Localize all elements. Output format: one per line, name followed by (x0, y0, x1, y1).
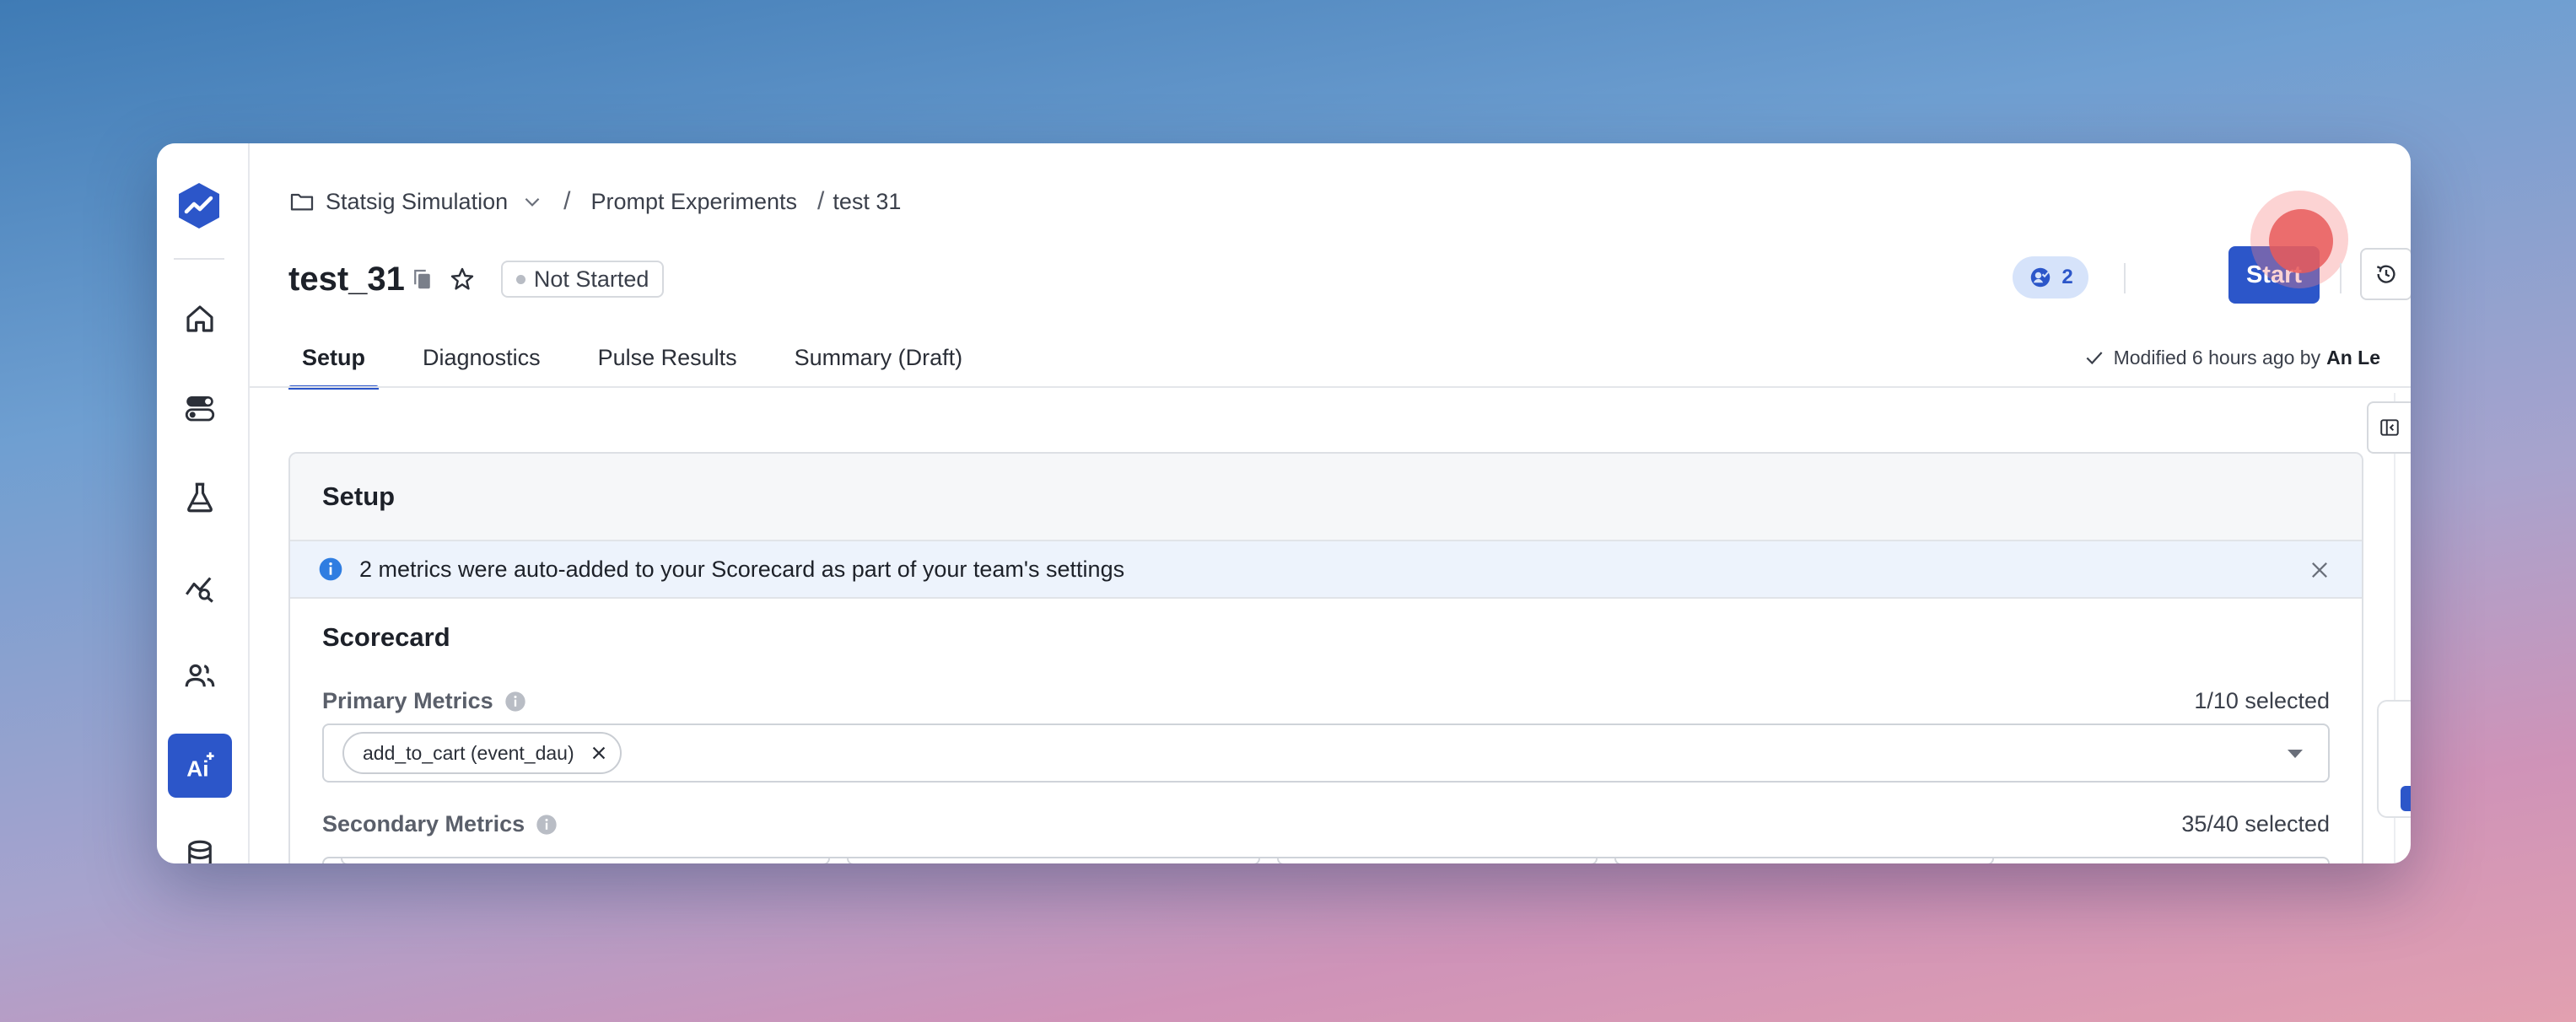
status-label: Not Started (533, 266, 649, 292)
setup-heading: Setup (290, 454, 2362, 541)
primary-metrics-text: Primary Metrics (322, 688, 493, 713)
folder-icon (290, 193, 314, 211)
sidebar: Ai (157, 143, 250, 863)
start-button[interactable]: Start (2228, 246, 2320, 304)
metric-chip-label: add_to_cart (event_dau) (363, 741, 574, 764)
chevron-down-icon[interactable] (521, 191, 543, 212)
tab-bar: Setup Diagnostics Pulse Results Summary … (288, 327, 1006, 390)
remove-chip-icon[interactable] (590, 744, 608, 762)
home-icon (186, 305, 213, 332)
main-content: Statsig Simulation / Prompt Experiments … (250, 143, 2411, 863)
breadcrumb: Statsig Simulation / Prompt Experiments … (288, 180, 901, 223)
setup-card: Setup 2 metrics were auto-added to your … (288, 452, 2363, 863)
status-dot (515, 274, 525, 284)
primary-metrics-count: 1/10 selected (2194, 688, 2330, 713)
sidebar-item-experiments[interactable] (168, 465, 232, 530)
breadcrumb-separator: / (817, 187, 825, 215)
sidebar-item-users[interactable] (168, 644, 232, 708)
sidebar-item-ai[interactable]: Ai (168, 734, 232, 798)
users-icon (185, 664, 215, 687)
breadcrumb-project[interactable]: Statsig Simulation (326, 189, 508, 215)
side-feedback-widget[interactable] (2377, 700, 2411, 818)
secondary-metrics-text: Secondary Metrics (322, 811, 525, 836)
history-button[interactable] (2360, 248, 2411, 300)
caret-down-icon[interactable] (2286, 747, 2304, 761)
page-title: test_31 (288, 260, 405, 298)
tab-diagnostics[interactable]: Diagnostics (409, 327, 554, 388)
reviewer-count: 2 (2061, 266, 2073, 288)
info-icon[interactable] (535, 813, 558, 836)
copy-icon[interactable] (410, 266, 435, 292)
sidebar-item-home[interactable] (168, 287, 232, 351)
scorecard-title: Scorecard (322, 622, 450, 652)
toggle-icon (185, 396, 215, 422)
sidebar-item-data[interactable] (168, 823, 232, 863)
toolbar-divider (2340, 263, 2342, 293)
primary-metrics-select[interactable]: add_to_cart (event_dau) (322, 723, 2330, 783)
reviewer-icon (2031, 267, 2051, 288)
metric-chip: add_to_cart (event_dau) (342, 732, 622, 774)
modified-info: Modified 6 hours ago by An Le (2083, 339, 2380, 376)
svg-text:Ai: Ai (186, 756, 208, 781)
sidebar-divider (174, 258, 224, 260)
star-icon[interactable] (449, 266, 476, 293)
secondary-metrics-label: Secondary Metrics (322, 811, 558, 837)
secondary-metrics-count: 35/40 selected (2181, 811, 2330, 836)
check-icon (2086, 352, 2103, 365)
sidebar-collapse-icon (2380, 419, 2399, 436)
info-icon (319, 557, 342, 581)
sidebar-item-feature-gates[interactable] (168, 376, 232, 440)
breadcrumb-separator: / (563, 187, 571, 215)
breadcrumb-current: test 31 (833, 188, 902, 214)
close-icon[interactable] (2308, 558, 2331, 582)
toolbar-divider (2124, 263, 2126, 293)
metric-chip (341, 858, 830, 863)
metric-chip (1614, 858, 1994, 863)
primary-metrics-label: Primary Metrics (322, 688, 527, 714)
ai-icon: Ai (186, 752, 214, 781)
status-badge: Not Started (500, 261, 665, 298)
analytics-icon (185, 577, 213, 603)
statsig-logo-icon[interactable] (174, 180, 224, 231)
tab-summary[interactable]: Summary (Draft) (781, 327, 977, 388)
secondary-metrics-select[interactable] (322, 857, 2330, 863)
modified-author: An Le (2326, 346, 2380, 368)
metric-chip (847, 858, 1260, 863)
modified-text: Modified 6 hours ago by (2113, 346, 2321, 368)
tab-pulse-results[interactable]: Pulse Results (585, 327, 751, 388)
panel-toggle-button[interactable] (2367, 401, 2411, 454)
banner-text: 2 metrics were auto-added to your Scorec… (359, 556, 1125, 582)
database-icon (188, 840, 212, 863)
app-window: Ai Statsig Simulation / Prompt Experimen… (157, 143, 2411, 863)
flask-icon (187, 482, 213, 513)
widget-indicator (2401, 786, 2411, 811)
info-banner: 2 metrics were auto-added to your Scorec… (290, 541, 2362, 599)
reviewers-badge[interactable]: 2 (2013, 256, 2088, 299)
title-row: test_31 Not Started (288, 251, 665, 307)
history-icon (2376, 265, 2395, 283)
tab-setup[interactable]: Setup (288, 327, 380, 390)
info-icon[interactable] (504, 690, 527, 713)
sidebar-item-analytics[interactable] (168, 555, 232, 619)
breadcrumb-section[interactable]: Prompt Experiments (590, 189, 797, 215)
tabs-divider (250, 386, 2411, 388)
metric-chip (1277, 858, 1598, 863)
